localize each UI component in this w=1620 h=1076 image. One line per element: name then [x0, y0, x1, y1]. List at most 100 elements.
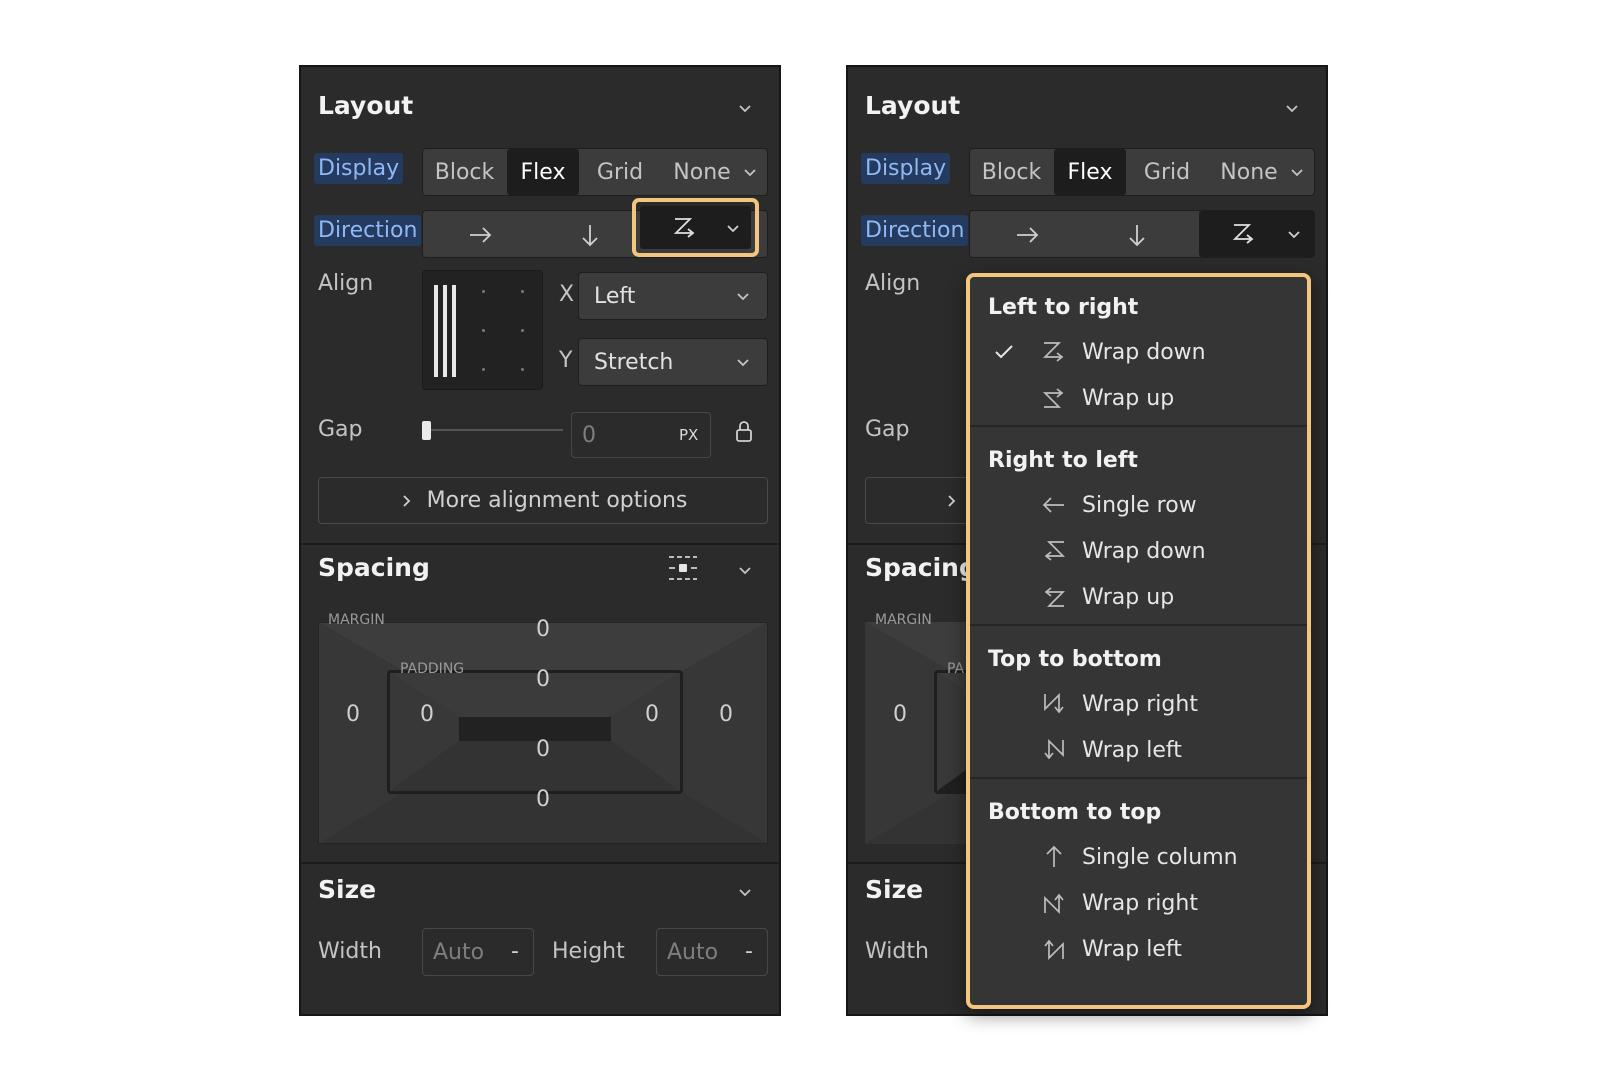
gap-value: 0 — [582, 422, 596, 448]
margin-top-value[interactable]: 0 — [523, 617, 563, 642]
align-grid-picker[interactable] — [422, 270, 543, 390]
menu-item-label: Wrap left — [1082, 936, 1182, 962]
chevron-down-icon — [1288, 231, 1300, 239]
display-toggle: Block Flex Grid None — [422, 148, 768, 196]
display-option-none[interactable]: None — [661, 149, 743, 195]
menu-item-btt-wrap-left[interactable]: Wrap left — [970, 927, 1307, 971]
align-y-label: Y — [559, 348, 573, 373]
size-section-title: Size — [318, 875, 377, 904]
btt-wrap-right-icon — [1044, 893, 1064, 915]
height-unit[interactable]: - — [745, 939, 753, 964]
layout-section-title: Layout — [318, 91, 414, 120]
direction-wrap-button[interactable] — [640, 206, 751, 249]
gap-input[interactable]: 0 PX — [571, 412, 711, 458]
chevron-down-icon — [727, 225, 739, 233]
section-divider — [301, 543, 779, 545]
section-divider — [301, 862, 779, 864]
menu-item-rtl-wrap-down[interactable]: Wrap down — [970, 529, 1307, 573]
margin-caption: MARGIN — [328, 612, 385, 628]
gap-slider-track[interactable] — [425, 429, 563, 431]
menu-item-ttb-wrap-left[interactable]: Wrap left — [970, 728, 1307, 772]
menu-item-label: Single column — [1082, 844, 1238, 870]
align-x-value: Left — [594, 283, 636, 309]
display-option-grid[interactable]: Grid — [579, 149, 661, 195]
menu-item-label: Wrap down — [1082, 339, 1206, 365]
margin-bottom-value[interactable]: 0 — [523, 787, 563, 812]
direction-menu: Left to right Wrap down Wrap up Right to… — [966, 273, 1311, 1009]
btt-wrap-left-icon — [1044, 939, 1064, 961]
display-option-grid[interactable]: Grid — [1126, 149, 1208, 195]
chevron-down-icon[interactable] — [736, 99, 754, 117]
align-x-select[interactable]: Left — [578, 272, 768, 320]
height-input[interactable]: Auto - — [656, 928, 768, 976]
menu-item-label: Wrap right — [1082, 890, 1198, 916]
menu-item-btt-single-column[interactable]: Single column — [970, 835, 1307, 879]
arrow-down-icon[interactable] — [1123, 221, 1151, 249]
menu-item-ltr-wrap-up[interactable]: Wrap up — [970, 376, 1307, 420]
arrow-right-icon[interactable] — [1013, 221, 1041, 249]
style-panel-left: Layout Display Block Flex Grid None Dire… — [299, 65, 781, 1016]
align-y-select[interactable]: Stretch — [578, 338, 768, 386]
padding-caption: PADDING — [400, 661, 465, 677]
width-label: Width — [318, 939, 382, 964]
margin-left-value[interactable]: 0 — [880, 702, 920, 727]
chevron-down-icon[interactable] — [736, 561, 754, 579]
menu-section-right-to-left: Right to left — [988, 448, 1138, 473]
direction-label: Direction — [314, 215, 422, 246]
margin-left-value[interactable]: 0 — [333, 702, 373, 727]
align-label: Align — [318, 271, 374, 296]
chevron-down-icon[interactable] — [1288, 163, 1306, 181]
menu-item-rtl-wrap-up[interactable]: Wrap up — [970, 575, 1307, 619]
chevron-right-icon — [948, 495, 956, 507]
menu-item-rtl-single-row[interactable]: Single row — [970, 483, 1307, 527]
display-label: Display — [314, 153, 404, 184]
menu-item-btt-wrap-right[interactable]: Wrap right — [970, 881, 1307, 925]
ttb-wrap-left-icon — [1044, 738, 1064, 760]
more-alignment-button[interactable]: More alignment options — [318, 477, 768, 524]
arrow-right-icon[interactable] — [466, 221, 494, 249]
chevron-down-icon — [737, 293, 749, 301]
padding-caption: PA — [947, 661, 965, 677]
width-input[interactable]: Auto - — [422, 928, 534, 976]
direction-wrap-button[interactable] — [1199, 211, 1315, 257]
menu-item-label: Wrap down — [1082, 538, 1206, 564]
display-option-block[interactable]: Block — [970, 149, 1053, 195]
padding-left-value[interactable]: 0 — [407, 702, 447, 727]
gap-label: Gap — [318, 417, 363, 442]
chevron-down-icon[interactable] — [736, 883, 754, 901]
wrap-down-icon — [673, 218, 695, 238]
padding-right-value[interactable]: 0 — [632, 702, 672, 727]
menu-item-label: Wrap up — [1082, 584, 1175, 610]
chevron-down-icon[interactable] — [1283, 99, 1301, 117]
menu-item-label: Wrap right — [1082, 691, 1198, 717]
arrow-left-icon — [1042, 497, 1064, 513]
display-option-none[interactable]: None — [1208, 149, 1290, 195]
menu-divider — [970, 425, 1307, 427]
chevron-down-icon[interactable] — [741, 163, 759, 181]
height-value: Auto — [667, 939, 719, 965]
display-toggle: Block Flex Grid None — [969, 148, 1315, 196]
size-section-title: Size — [865, 875, 924, 904]
menu-section-bottom-to-top: Bottom to top — [988, 800, 1162, 825]
gap-label: Gap — [865, 417, 910, 442]
gap-slider-handle[interactable] — [422, 421, 431, 440]
wrap-down-icon — [1232, 224, 1254, 244]
gap-unit[interactable]: PX — [679, 426, 698, 444]
menu-item-label: Single row — [1082, 492, 1197, 518]
width-label: Width — [865, 939, 929, 964]
display-option-block[interactable]: Block — [423, 149, 506, 195]
height-label: Height — [552, 939, 625, 964]
spacing-preset-icon[interactable] — [666, 553, 700, 583]
chevron-right-icon — [403, 494, 410, 507]
menu-item-ttb-wrap-right[interactable]: Wrap right — [970, 682, 1307, 726]
menu-item-ltr-wrap-down[interactable]: Wrap down — [970, 330, 1307, 374]
width-unit[interactable]: - — [511, 939, 519, 964]
display-option-flex[interactable]: Flex — [1054, 149, 1126, 195]
padding-top-value[interactable]: 0 — [523, 667, 563, 692]
lock-icon[interactable] — [733, 419, 755, 445]
display-option-flex[interactable]: Flex — [507, 149, 579, 195]
align-x-label: X — [559, 282, 575, 307]
margin-right-value[interactable]: 0 — [706, 702, 746, 727]
padding-bottom-value[interactable]: 0 — [523, 737, 563, 762]
arrow-down-icon[interactable] — [576, 221, 604, 249]
